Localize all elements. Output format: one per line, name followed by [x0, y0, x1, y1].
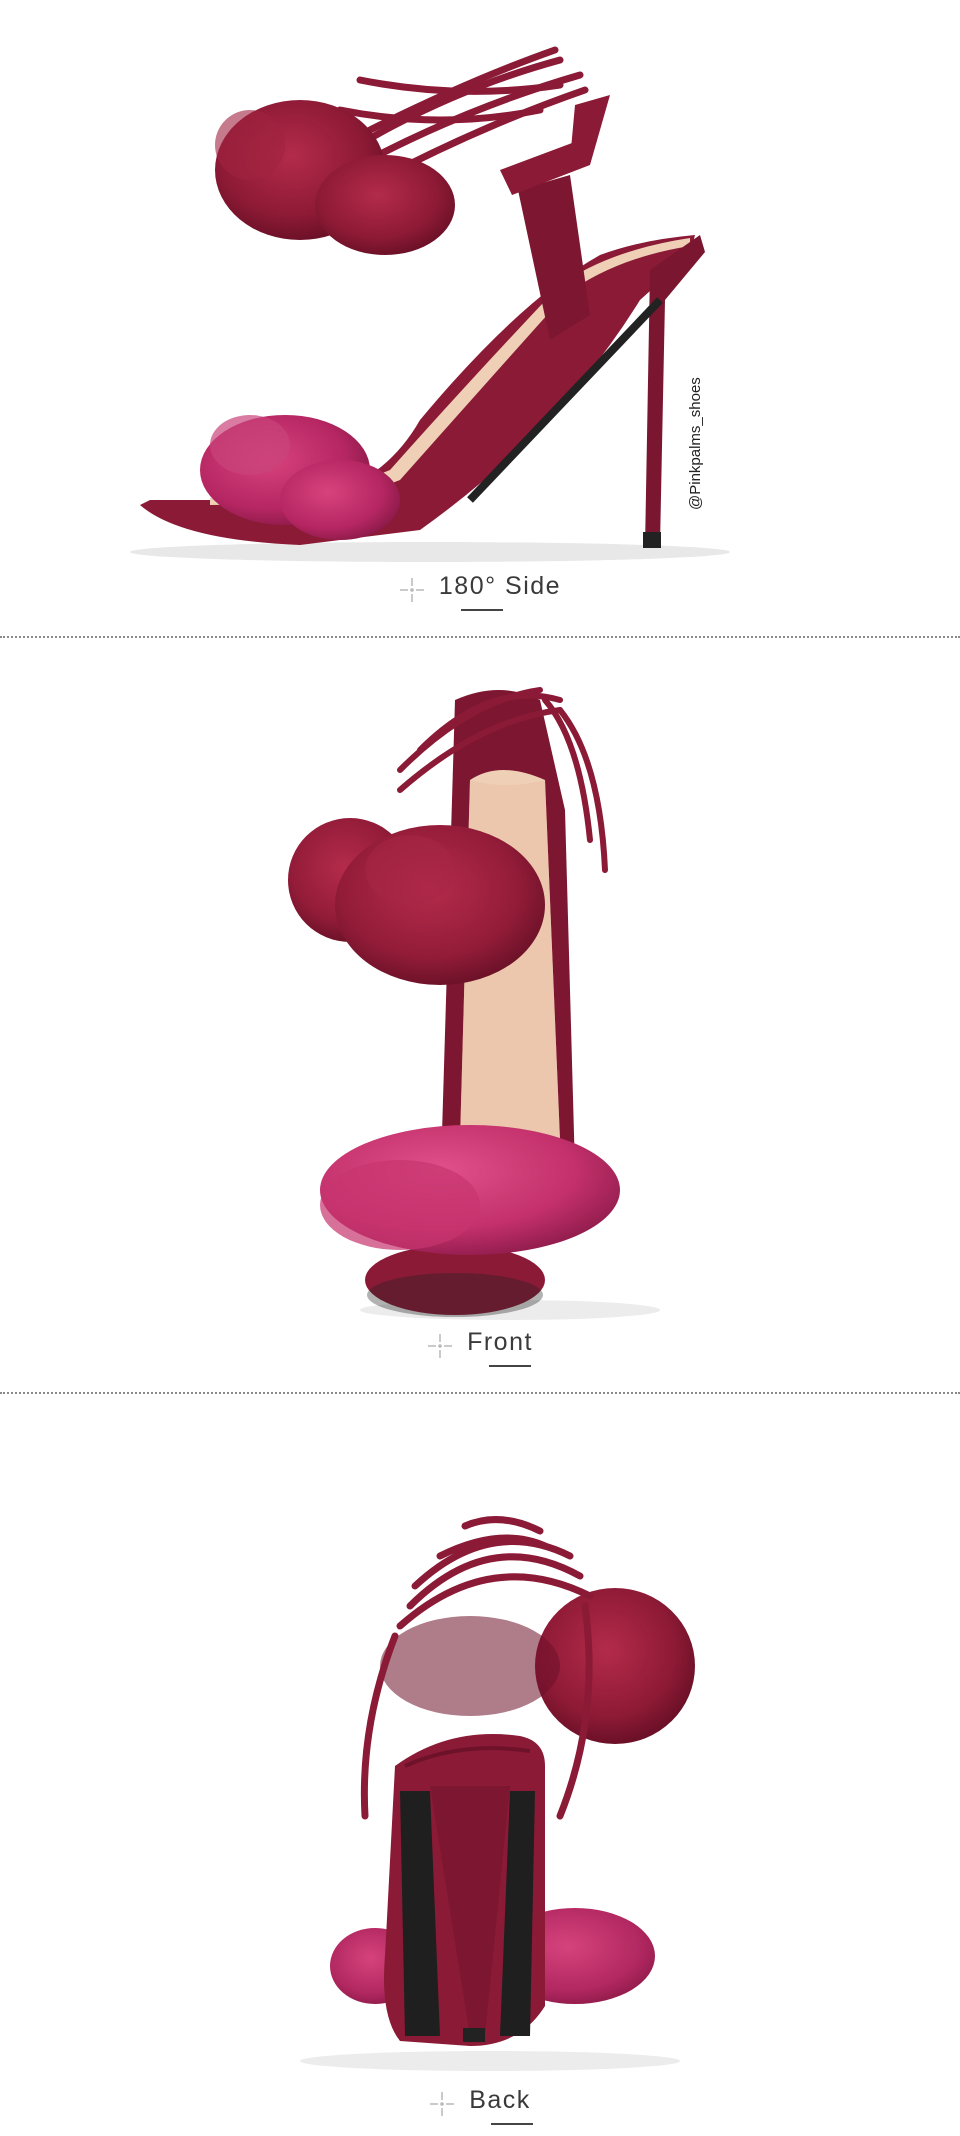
view-label-side: 180° Side: [439, 572, 561, 611]
view-label-front: Front: [467, 1328, 533, 1367]
back-view-panel: Back: [0, 1396, 960, 2136]
front-view-image: [288, 687, 660, 1320]
crosshair-icon: [399, 577, 425, 603]
front-view-caption: Front: [0, 1328, 960, 1367]
divider-1: [0, 636, 960, 638]
back-view-image: [300, 1516, 695, 2071]
side-view-caption: 180° Side: [0, 572, 960, 611]
back-view-caption: Back: [0, 2086, 960, 2125]
side-view-panel: @Pinkpalms_shoes 180° Side: [0, 0, 960, 640]
view-label-back: Back: [469, 2086, 533, 2125]
watermark-text: @Pinkpalms_shoes: [687, 377, 704, 510]
crosshair-icon: [429, 2091, 455, 2117]
side-view-image: [130, 46, 730, 562]
divider-2: [0, 1392, 960, 1394]
crosshair-icon: [427, 1333, 453, 1359]
front-view-panel: Front: [0, 640, 960, 1390]
